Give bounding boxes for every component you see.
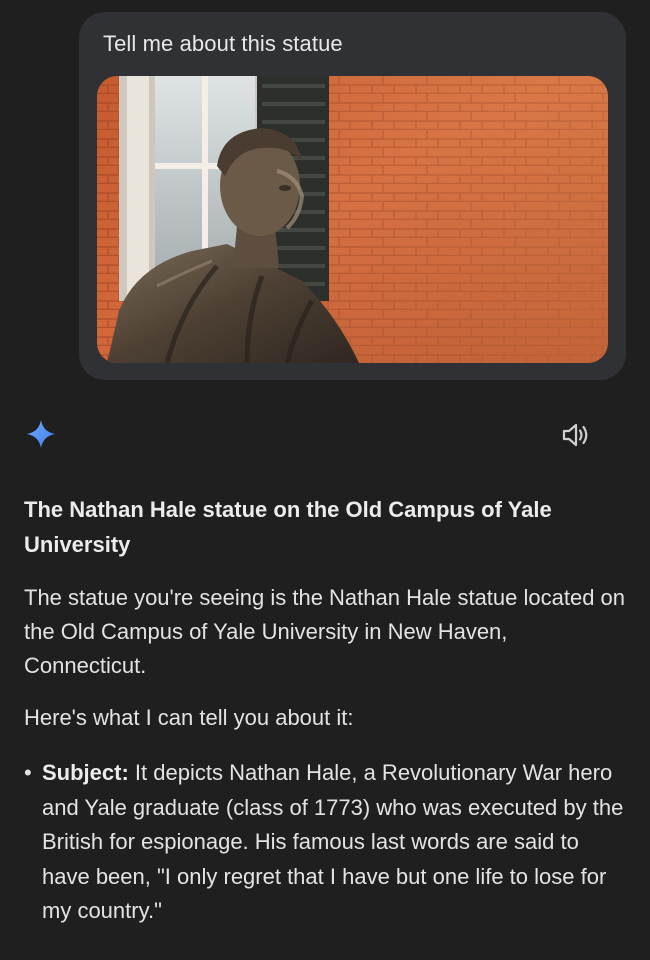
user-prompt-text: Tell me about this statue <box>103 31 343 56</box>
response-bullet-list: • Subject: It depicts Nathan Hale, a Revo… <box>24 756 630 929</box>
bullet-text: It depicts Nathan Hale, a Revolutionary … <box>42 760 624 923</box>
statue-photo[interactable] <box>97 76 608 363</box>
statue-photo-image <box>97 76 608 363</box>
user-message-bubble: Tell me about this statue <box>79 12 626 380</box>
response-title: The Nathan Hale statue on the Old Campus… <box>24 497 552 557</box>
response-paragraph: Here's what I can tell you about it: <box>24 705 354 730</box>
speaker-icon[interactable] <box>561 420 591 450</box>
chat-screen: Tell me about this statue The Nathan Hal… <box>0 0 650 960</box>
bullet-marker: • <box>24 760 32 785</box>
response-paragraph: The statue you're seeing is the Nathan H… <box>24 585 626 678</box>
assistant-response: The Nathan Hale statue on the Old Campus… <box>24 492 630 929</box>
list-item: • Subject: It depicts Nathan Hale, a Revo… <box>24 756 630 929</box>
sparkle-icon <box>26 419 56 449</box>
bullet-label: Subject: <box>42 760 129 785</box>
